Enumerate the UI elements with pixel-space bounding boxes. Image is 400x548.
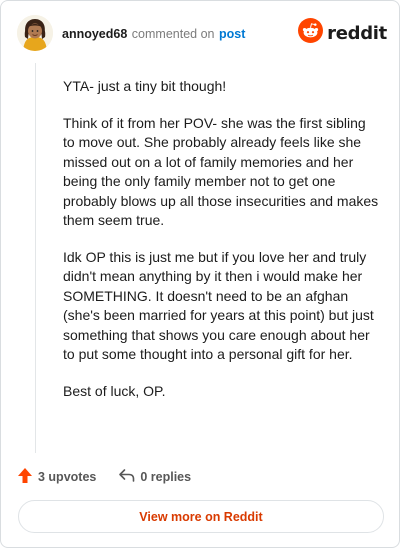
comment-paragraph: Idk OP this is just me but if you love h… xyxy=(63,248,374,363)
user-avatar[interactable] xyxy=(17,15,53,51)
reply-count: 0 replies xyxy=(140,470,192,484)
upvote-button[interactable]: 3 upvotes xyxy=(17,467,96,487)
view-more-button[interactable]: View more on Reddit xyxy=(18,500,384,533)
reply-arrow-icon xyxy=(118,468,135,486)
comment-header: annoyed68 commented on post reddit xyxy=(17,15,387,55)
comment-body: YTA- just a tiny bit though! Think of it… xyxy=(63,77,379,418)
comment-actions: 3 upvotes 0 replies xyxy=(17,467,191,487)
commented-on-label: commented on xyxy=(131,27,215,41)
comment-paragraph: YTA- just a tiny bit though! xyxy=(63,78,227,94)
comment-embed-card: annoyed68 commented on post reddit YTA- … xyxy=(0,0,400,548)
replies-button[interactable]: 0 replies xyxy=(118,468,191,486)
comment-meta: annoyed68 commented on post xyxy=(62,26,245,42)
comment-paragraph: Think of it from her POV- she was the fi… xyxy=(63,114,379,229)
reddit-snoo-icon xyxy=(298,18,324,48)
reddit-logo[interactable]: reddit xyxy=(298,18,387,48)
post-link[interactable]: post xyxy=(219,27,245,41)
username-link[interactable]: annoyed68 xyxy=(62,27,127,41)
reddit-wordmark: reddit xyxy=(327,22,387,44)
comment-paragraph: Best of luck, OP. xyxy=(63,382,166,399)
upvote-arrow-icon xyxy=(17,467,33,487)
upvote-count: 3 upvotes xyxy=(38,470,97,484)
thread-line xyxy=(35,63,36,453)
